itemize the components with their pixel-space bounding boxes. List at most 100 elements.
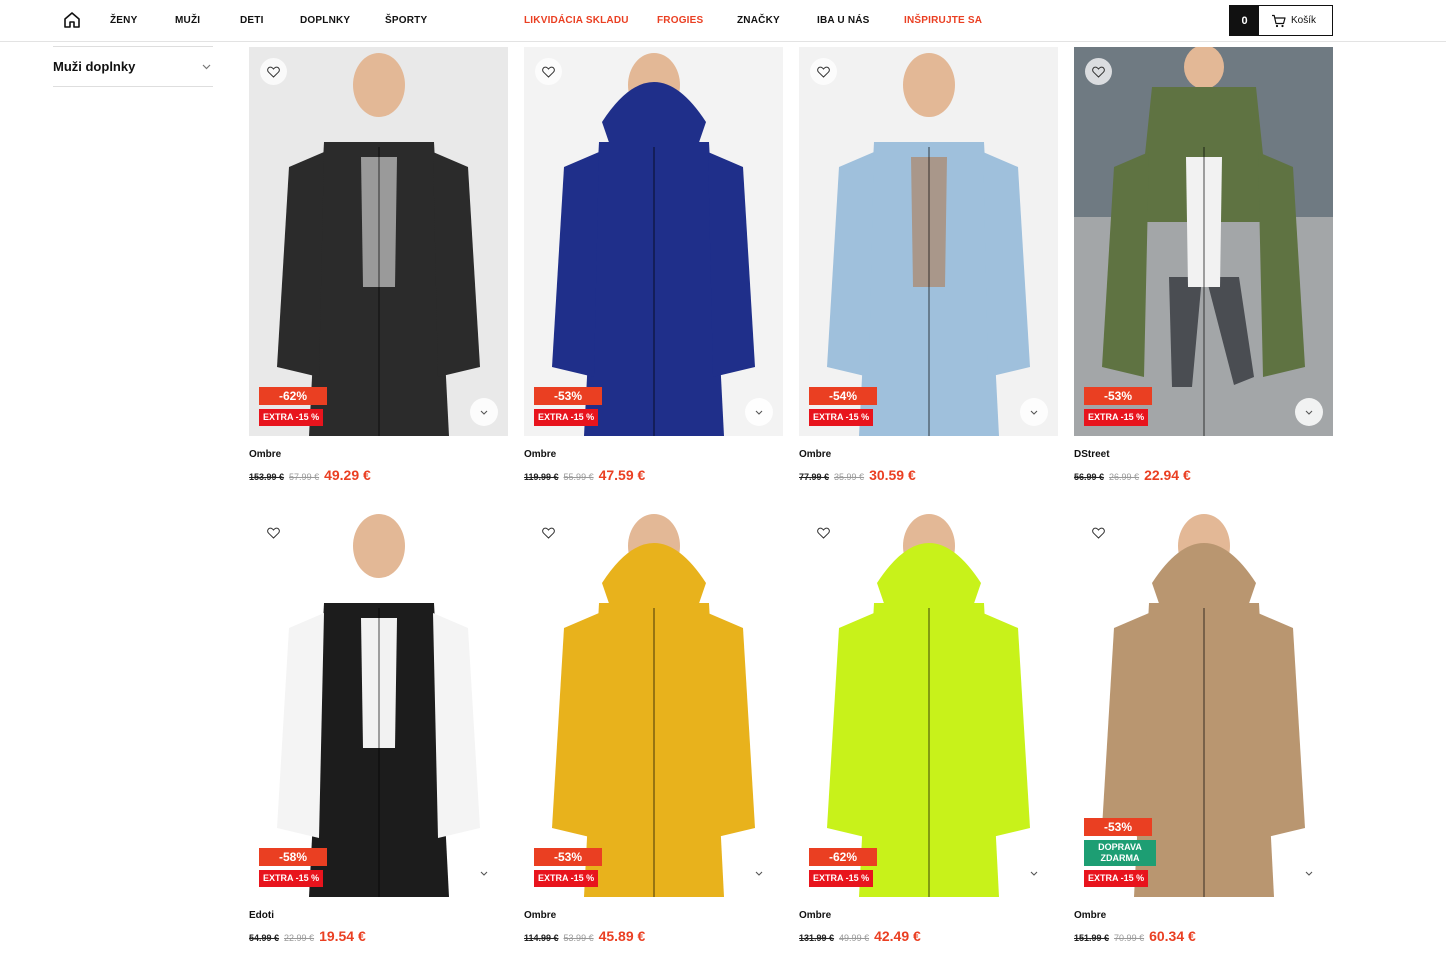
nav-item-deti[interactable]: DETI [240, 15, 264, 26]
product-brand[interactable]: Ombre [524, 449, 556, 460]
extra-discount-badge: EXTRA -15 % [534, 409, 599, 426]
chevron-down-icon[interactable] [470, 398, 498, 426]
product-image[interactable]: -53% EXTRA -15 % [1074, 47, 1333, 436]
current-price: 49.29 € [324, 467, 371, 483]
product-badges: -58% EXTRA -15 % [259, 848, 327, 887]
wishlist-heart-icon[interactable] [260, 58, 287, 85]
original-price: 77.99 € [799, 472, 830, 482]
product-card[interactable]: -58% EXTRA -15 % Edoti 54.99 € 22.99 € 1… [249, 508, 508, 958]
product-photo [249, 508, 508, 897]
product-brand[interactable]: Ombre [799, 449, 831, 460]
product-image[interactable]: -54% EXTRA -15 % [799, 47, 1058, 436]
extra-discount-badge: EXTRA -15 % [809, 409, 874, 426]
current-price: 22.94 € [1144, 467, 1191, 483]
current-price: 45.89 € [598, 928, 646, 944]
wishlist-heart-icon[interactable] [535, 519, 562, 546]
original-price: 114.99 € [524, 933, 559, 943]
product-image[interactable]: -53% DOPRAVA ZDARMA EXTRA -15 % [1074, 508, 1333, 897]
cart-button[interactable]: 0 Košík [1229, 5, 1333, 36]
previous-price: 53.99 € [563, 933, 594, 943]
previous-price: 26.99 € [1109, 472, 1140, 482]
chevron-down-icon[interactable] [1295, 398, 1323, 426]
product-prices: 56.99 € 26.99 € 22.94 € [1074, 467, 1191, 483]
wishlist-heart-icon[interactable] [260, 519, 287, 546]
product-card[interactable]: -62% EXTRA -15 % Ombre 131.99 € 49.99 € … [799, 508, 1058, 958]
chevron-down-icon[interactable] [745, 398, 773, 426]
product-card[interactable]: -53% EXTRA -15 % Ombre 119.99 € 55.99 € … [524, 47, 783, 497]
product-brand[interactable]: Ombre [799, 910, 831, 921]
product-photo [524, 508, 783, 897]
original-price: 56.99 € [1074, 472, 1105, 482]
current-price: 19.54 € [319, 928, 366, 944]
filter-accordion-muzi-doplnky[interactable]: Muži doplnky [53, 46, 213, 87]
product-image[interactable]: -53% EXTRA -15 % [524, 47, 783, 436]
product-prices: 119.99 € 55.99 € 47.59 € [524, 467, 645, 483]
discount-badge: -54% [809, 387, 877, 405]
wishlist-heart-icon[interactable] [1085, 519, 1112, 546]
chevron-down-icon[interactable] [470, 859, 498, 887]
nav-item-muzi[interactable]: MUŽI [175, 15, 200, 26]
product-prices: 131.99 € 49.99 € 42.49 € [799, 928, 921, 944]
product-card[interactable]: -54% EXTRA -15 % Ombre 77.99 € 35.99 € 3… [799, 47, 1058, 497]
product-brand[interactable]: DStreet [1074, 449, 1110, 460]
product-prices: 151.99 € 70.99 € 60.34 € [1074, 928, 1196, 944]
product-card[interactable]: -62% EXTRA -15 % Ombre 153.99 € 57.99 € … [249, 47, 508, 497]
nav-item-znacky[interactable]: ZNAČKY [737, 15, 780, 26]
cart-icon [1272, 14, 1286, 27]
product-brand[interactable]: Edoti [249, 910, 274, 921]
extra-discount-badge: EXTRA -15 % [1084, 409, 1149, 426]
product-image[interactable]: -62% EXTRA -15 % [249, 47, 508, 436]
original-price: 119.99 € [524, 472, 559, 482]
wishlist-heart-icon[interactable] [535, 58, 562, 85]
previous-price: 22.99 € [284, 933, 315, 943]
home-icon[interactable] [62, 10, 82, 30]
cart-count: 0 [1230, 6, 1259, 35]
product-photo [1074, 47, 1333, 436]
wishlist-heart-icon[interactable] [810, 519, 837, 546]
nav-item-sporty[interactable]: ŠPORTY [385, 15, 427, 26]
chevron-down-icon[interactable] [1020, 859, 1048, 887]
discount-badge: -53% [1084, 387, 1152, 405]
product-badges: -53% EXTRA -15 % [534, 848, 602, 887]
nav-item-inspirujte-sa[interactable]: INŠPIRUJTE SA [904, 15, 982, 26]
product-image[interactable]: -62% EXTRA -15 % [799, 508, 1058, 897]
product-card[interactable]: -53% EXTRA -15 % Ombre 114.99 € 53.99 € … [524, 508, 783, 958]
previous-price: 70.99 € [1114, 933, 1145, 943]
product-image[interactable]: -53% EXTRA -15 % [524, 508, 783, 897]
product-brand[interactable]: Ombre [1074, 910, 1106, 921]
chevron-down-icon[interactable] [745, 859, 773, 887]
wishlist-heart-icon[interactable] [810, 58, 837, 85]
current-price: 30.59 € [869, 467, 916, 483]
wishlist-heart-icon[interactable] [1085, 58, 1112, 85]
original-price: 151.99 € [1074, 933, 1110, 943]
product-photo [799, 508, 1058, 897]
discount-badge: -53% [534, 387, 602, 405]
nav-item-doplnky[interactable]: DOPLNKY [300, 15, 350, 26]
nav-item-frogies[interactable]: FROGIES [657, 15, 703, 26]
discount-badge: -53% [534, 848, 602, 866]
product-brand[interactable]: Ombre [249, 449, 281, 460]
product-brand[interactable]: Ombre [524, 910, 556, 921]
previous-price: 57.99 € [289, 472, 320, 482]
discount-badge: -53% [1084, 818, 1152, 836]
product-card[interactable]: -53% EXTRA -15 % DStreet 56.99 € 26.99 €… [1074, 47, 1333, 497]
nav-item-zeny[interactable]: ŽENY [110, 15, 137, 26]
product-badges: -53% DOPRAVA ZDARMA EXTRA -15 % [1084, 818, 1156, 887]
nav-item-likvidacia-skladu[interactable]: LIKVIDÁCIA SKLADU [524, 15, 629, 26]
extra-discount-badge: EXTRA -15 % [809, 870, 874, 887]
current-price: 47.59 € [598, 467, 646, 483]
product-badges: -54% EXTRA -15 % [809, 387, 877, 426]
discount-badge: -58% [259, 848, 327, 866]
product-prices: 153.99 € 57.99 € 49.29 € [249, 467, 371, 483]
product-image[interactable]: -58% EXTRA -15 % [249, 508, 508, 897]
top-navigation: ŽENY MUŽI DETI DOPLNKY ŠPORTY LIKVIDÁCIA… [0, 0, 1446, 42]
product-badges: -62% EXTRA -15 % [809, 848, 877, 887]
current-price: 42.49 € [874, 928, 921, 944]
chevron-down-icon[interactable] [1295, 859, 1323, 887]
discount-badge: -62% [259, 387, 327, 405]
product-prices: 114.99 € 53.99 € 45.89 € [524, 928, 645, 944]
nav-item-iba-u-nas[interactable]: IBA U NÁS [817, 15, 870, 26]
product-card[interactable]: -53% DOPRAVA ZDARMA EXTRA -15 % Ombre 15… [1074, 508, 1333, 958]
chevron-down-icon[interactable] [1020, 398, 1048, 426]
product-photo [524, 47, 783, 436]
